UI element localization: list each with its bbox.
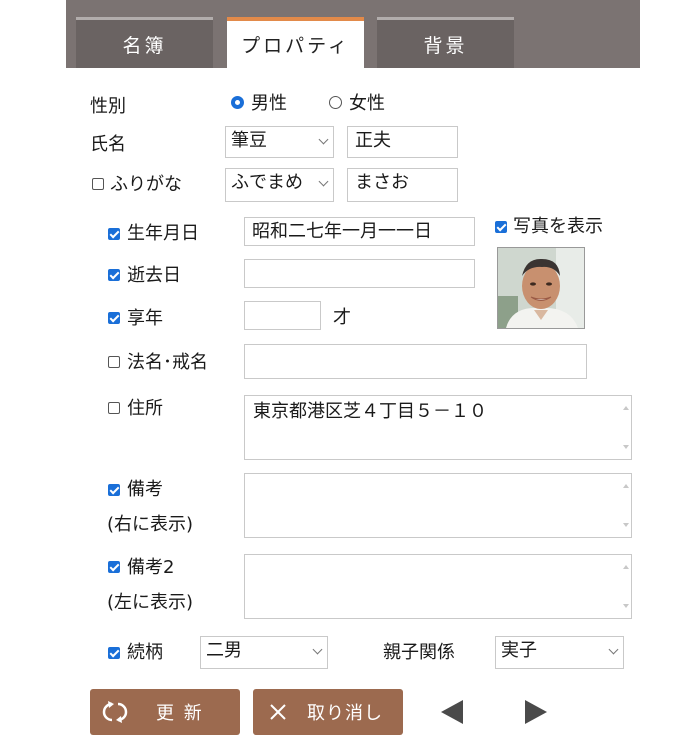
notes2-sublabel: (左に表示) <box>107 592 194 613</box>
notes2-scrollbar[interactable] <box>621 555 631 618</box>
age-unit: 才 <box>333 307 351 328</box>
surname-value: 筆豆 <box>231 130 267 151</box>
close-icon <box>270 704 286 720</box>
posthumous-name-label: 法名･戒名 <box>127 352 208 373</box>
relation-label: 続柄 <box>127 642 163 663</box>
death-date-label: 逝去日 <box>127 265 181 286</box>
birthdate-checkbox[interactable] <box>108 228 120 240</box>
given-name-input[interactable]: 正夫 <box>347 126 458 158</box>
gender-label: 性別 <box>90 96 126 117</box>
furigana-given-input[interactable]: まさお <box>347 168 458 202</box>
chevron-down-icon <box>318 176 329 187</box>
address-checkbox[interactable] <box>108 402 120 414</box>
scroll-up-icon[interactable] <box>623 484 629 488</box>
portrait-image <box>498 248 584 328</box>
birthdate-label: 生年月日 <box>127 223 199 244</box>
chevron-down-icon <box>318 134 329 145</box>
tab-label: 背景 <box>423 34 468 57</box>
scroll-up-icon[interactable] <box>623 406 629 410</box>
notes-sublabel: (右に表示) <box>107 514 194 535</box>
next-arrow-icon[interactable] <box>525 700 547 724</box>
posthumous-name-checkbox[interactable] <box>108 356 120 368</box>
show-photo-label: 写真を表示 <box>513 216 603 237</box>
notes-textarea[interactable] <box>244 473 632 538</box>
notes-checkbox[interactable] <box>108 484 120 496</box>
scroll-down-icon[interactable] <box>623 523 629 527</box>
address-label: 住所 <box>127 398 163 419</box>
age-checkbox[interactable] <box>108 312 120 324</box>
chevron-down-icon <box>312 644 323 655</box>
age-input[interactable] <box>244 301 321 330</box>
cancel-button[interactable]: 取り消し <box>253 689 403 735</box>
tab-label: 名簿 <box>122 34 167 57</box>
relation-checkbox[interactable] <box>108 647 120 659</box>
female-radio-label[interactable]: 女性 <box>349 93 385 115</box>
scroll-down-icon[interactable] <box>623 445 629 449</box>
parent-relation-label: 親子関係 <box>383 642 455 663</box>
refresh-icon <box>102 701 128 723</box>
tab-properties[interactable]: プロパティ <box>227 17 364 68</box>
furigana-surname-value: ふでまめ <box>231 172 303 193</box>
death-date-input[interactable] <box>244 259 475 288</box>
scroll-down-icon[interactable] <box>623 604 629 608</box>
update-button[interactable]: 更 新 <box>90 689 240 735</box>
cancel-button-label: 取り消し <box>307 703 383 724</box>
notes-scrollbar[interactable] <box>621 474 631 537</box>
profile-photo <box>497 247 585 329</box>
tab-meibo[interactable]: 名簿 <box>76 17 213 68</box>
furigana-checkbox[interactable] <box>92 178 104 190</box>
death-date-checkbox[interactable] <box>108 269 120 281</box>
tab-background[interactable]: 背景 <box>377 17 514 68</box>
notes2-textarea[interactable] <box>244 554 632 619</box>
relation-value: 二男 <box>206 640 242 661</box>
notes-label: 備考 <box>127 479 163 500</box>
parent-relation-value: 実子 <box>501 640 537 661</box>
tab-label: プロパティ <box>241 35 350 57</box>
male-radio[interactable] <box>231 96 244 109</box>
male-radio-label[interactable]: 男性 <box>251 93 287 115</box>
chevron-down-icon <box>608 644 619 655</box>
notes2-checkbox[interactable] <box>108 561 120 573</box>
age-label: 享年 <box>127 308 163 329</box>
address-value: 東京都港区芝４丁目５－１０ <box>253 401 487 422</box>
prev-arrow-icon[interactable] <box>441 700 463 724</box>
relation-select[interactable]: 二男 <box>200 636 328 669</box>
furigana-surname-select[interactable]: ふでまめ <box>225 168 334 202</box>
address-textarea[interactable]: 東京都港区芝４丁目５－１０ <box>244 395 632 460</box>
address-scrollbar[interactable] <box>621 396 631 459</box>
parent-relation-select[interactable]: 実子 <box>495 636 624 669</box>
female-radio[interactable] <box>329 96 342 109</box>
update-button-label: 更 新 <box>156 703 204 724</box>
birthdate-input[interactable]: 昭和二七年一月一一日 <box>244 217 475 246</box>
surname-select[interactable]: 筆豆 <box>225 126 334 158</box>
scroll-up-icon[interactable] <box>623 565 629 569</box>
show-photo-checkbox[interactable] <box>495 221 507 233</box>
notes2-label: 備考2 <box>127 557 175 578</box>
furigana-label: ふりがな <box>110 174 182 195</box>
posthumous-name-input[interactable] <box>244 344 587 379</box>
name-label: 氏名 <box>90 134 126 155</box>
